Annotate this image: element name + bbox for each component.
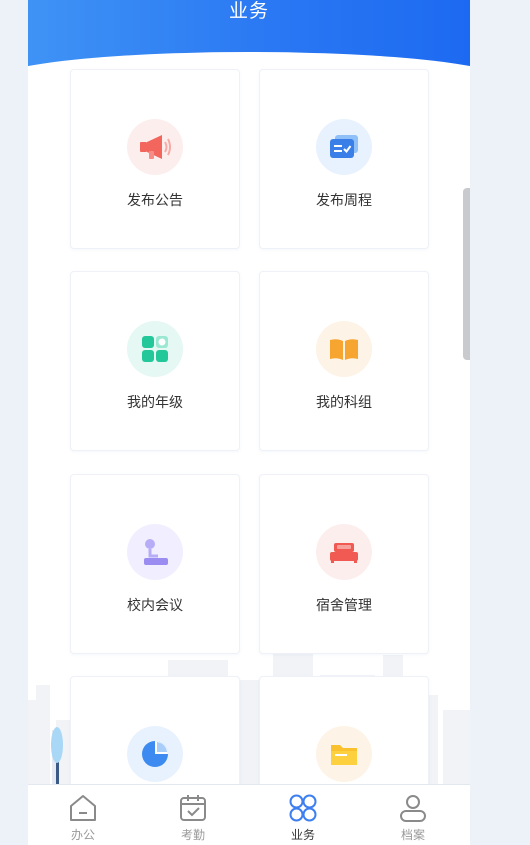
card-label: 宿舍管理 xyxy=(316,598,372,614)
four-circles-icon xyxy=(289,794,317,822)
icon-circle xyxy=(127,726,183,782)
icon-circle xyxy=(316,524,372,580)
card-label: 发布公告 xyxy=(127,193,183,209)
card-dormitory-management[interactable]: 宿舍管理 xyxy=(259,474,429,654)
icon-circle xyxy=(316,321,372,377)
tab-label: 档案 xyxy=(400,828,425,842)
card-label: 校内会议 xyxy=(127,598,183,614)
tab-office[interactable]: 办公 xyxy=(28,785,138,845)
megaphone-icon xyxy=(140,135,171,159)
home-icon xyxy=(70,795,96,821)
page-title: 业务 xyxy=(228,0,269,22)
card-my-grade[interactable]: 我的年级 xyxy=(70,271,240,451)
phone-screen: 业务 发布公告 发布周程 我的年级 我的科组 校内会议 宿舍管理 办公 考勤 业… xyxy=(28,0,470,845)
scrollbar-thumb[interactable] xyxy=(463,188,470,360)
calendar-check-icon xyxy=(180,795,206,821)
tree-crown-decoration xyxy=(51,727,63,763)
schedule-card-icon xyxy=(330,135,358,158)
card-label: 我的科组 xyxy=(316,395,372,411)
icon-circle xyxy=(127,524,183,580)
open-book-icon xyxy=(330,339,358,360)
tab-business[interactable]: 业务 xyxy=(248,785,358,845)
icon-circle xyxy=(127,321,183,377)
icon-circle xyxy=(316,726,372,782)
grade-grid-icon xyxy=(142,336,168,362)
card-publish-schedule[interactable]: 发布周程 xyxy=(259,69,429,249)
bottom-tab-bar: 办公 考勤 业务 档案 xyxy=(28,784,470,845)
folder-icon xyxy=(331,745,357,765)
bed-icon xyxy=(330,543,358,563)
card-school-meeting[interactable]: 校内会议 xyxy=(70,474,240,654)
card-my-subject-group[interactable]: 我的科组 xyxy=(259,271,429,451)
card-label: 我的年级 xyxy=(127,395,183,411)
pie-chart-icon xyxy=(142,741,168,767)
tab-label: 业务 xyxy=(290,828,315,842)
tab-label: 办公 xyxy=(70,828,95,842)
icon-circle xyxy=(316,119,372,175)
microphone-icon xyxy=(144,539,168,565)
user-icon xyxy=(400,795,426,822)
tab-label: 考勤 xyxy=(180,828,205,842)
icon-circle xyxy=(127,119,183,175)
tab-archive[interactable]: 档案 xyxy=(358,785,468,845)
card-publish-notice[interactable]: 发布公告 xyxy=(70,69,240,249)
card-label: 发布周程 xyxy=(316,193,372,209)
tab-attendance[interactable]: 考勤 xyxy=(138,785,248,845)
